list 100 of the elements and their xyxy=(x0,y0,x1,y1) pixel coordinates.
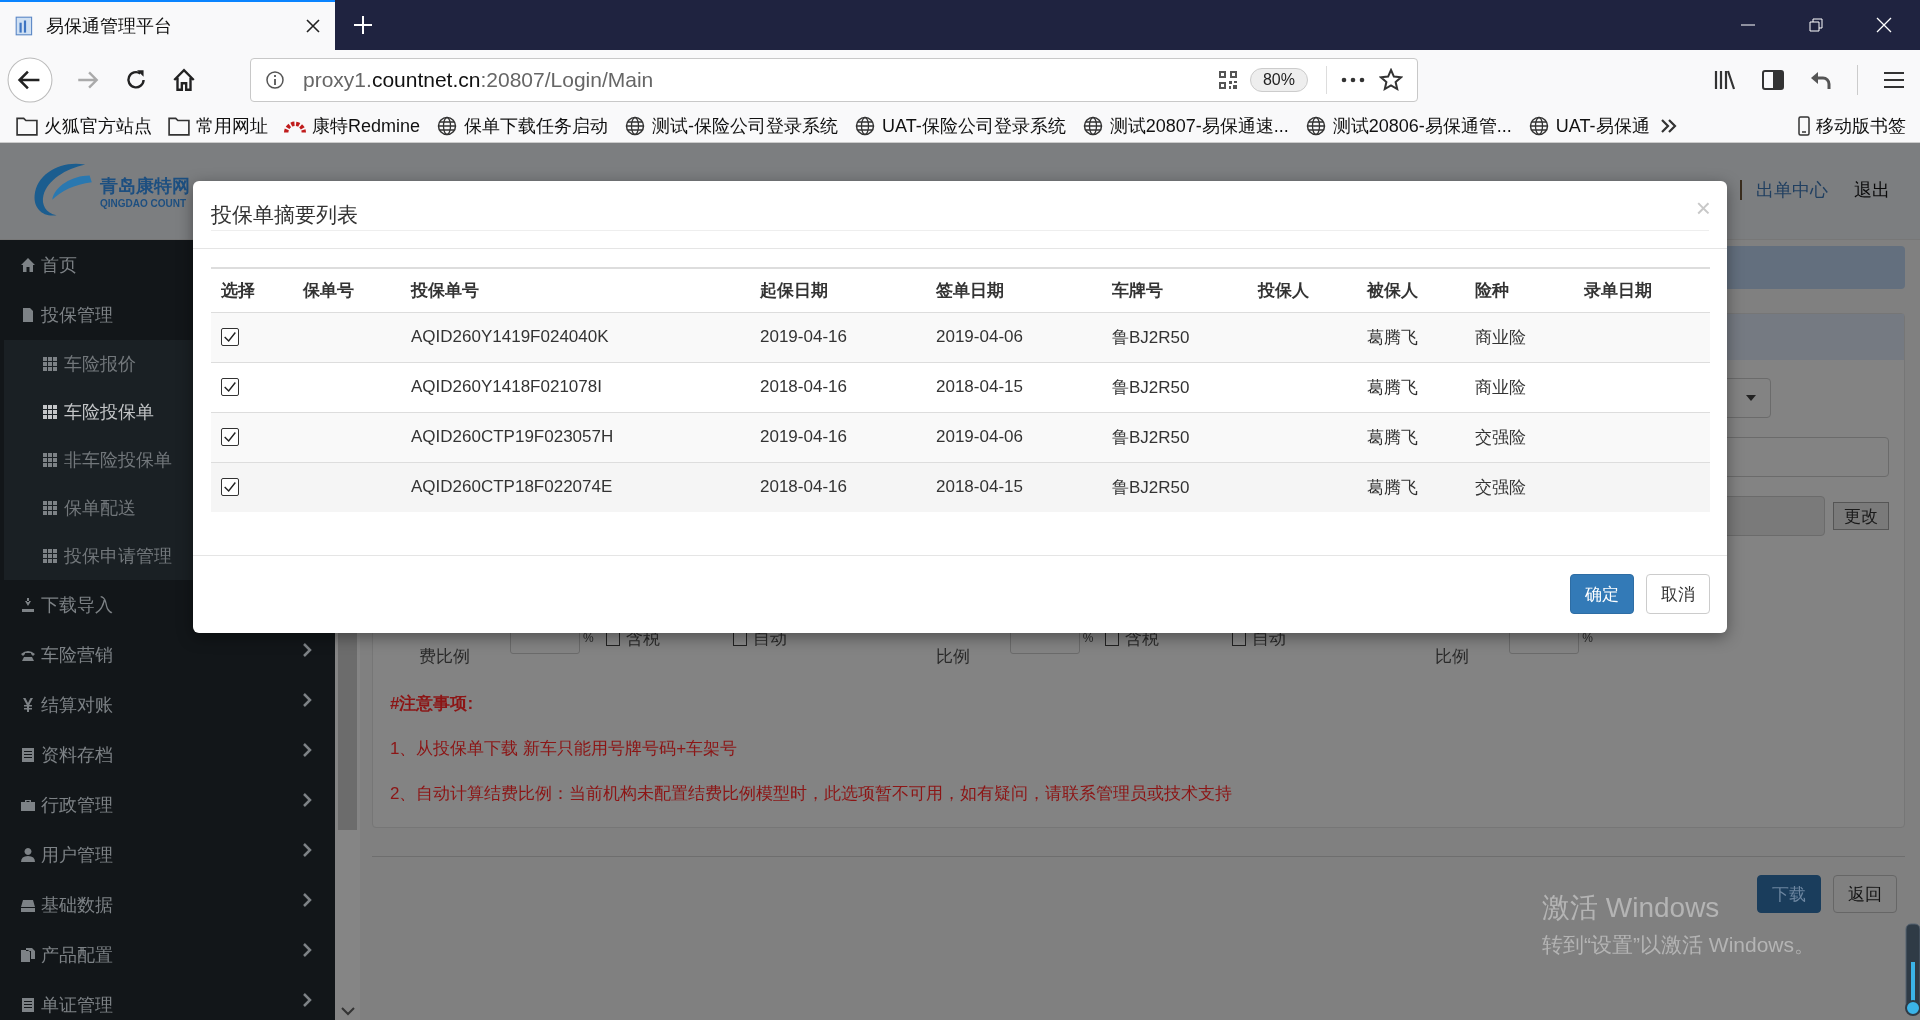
copy-icon xyxy=(20,947,36,963)
sidebar-item[interactable]: 基础数据 xyxy=(0,880,335,930)
header-link[interactable]: 出单中心 xyxy=(1756,178,1828,202)
home-icon xyxy=(20,257,36,273)
submenu-item[interactable]: 车险投保单 xyxy=(4,388,331,436)
browser-tab[interactable]: 易保通管理平台 xyxy=(0,0,335,50)
field-label: 费比例 xyxy=(418,646,470,668)
star-icon[interactable] xyxy=(1379,68,1403,92)
yen-icon xyxy=(20,697,36,713)
unit-label: % xyxy=(1082,631,1094,645)
bookmark[interactable]: 测试-保险公司登录系统 xyxy=(624,114,839,138)
table-cell: 鲁BJ2R50 xyxy=(1112,427,1190,447)
bookmark[interactable]: 保单下载任务启动 xyxy=(436,114,609,138)
table-cell: 鲁BJ2R50 xyxy=(1112,377,1190,397)
globe-icon xyxy=(1527,116,1550,136)
brand-name: 青岛康特网 xyxy=(100,174,190,198)
sidebar-item[interactable]: 单证管理 xyxy=(0,980,335,1020)
sidebar-item[interactable]: 产品配置 xyxy=(0,930,335,980)
bookmark[interactable]: 康特Redmine xyxy=(284,114,421,138)
table-cell: 2019-04-06 xyxy=(936,427,1023,446)
table-cell: 商业险 xyxy=(1475,327,1526,347)
table-cell: 交强险 xyxy=(1475,427,1526,447)
checkbox[interactable] xyxy=(221,328,239,346)
table-cell: AQID260Y1418F021078I xyxy=(411,377,602,396)
table-cell: 商业险 xyxy=(1475,377,1526,397)
table-cell: 葛腾飞 xyxy=(1367,477,1418,497)
change-button[interactable]: 更改 xyxy=(1833,502,1889,530)
submenu-item[interactable]: 车险报价 xyxy=(4,340,331,388)
double-chevron-icon[interactable] xyxy=(1659,118,1678,134)
mobile-phone-icon xyxy=(1798,116,1810,136)
table-cell: 葛腾飞 xyxy=(1367,427,1418,447)
table-cell: 2018-04-15 xyxy=(936,477,1023,497)
table-cell: 2019-04-16 xyxy=(760,427,847,446)
checkbox[interactable] xyxy=(221,428,239,446)
table-cell: 2019-04-06 xyxy=(936,327,1023,346)
download-button[interactable]: 下载 xyxy=(1757,875,1821,913)
sidebar-item[interactable]: 行政管理 xyxy=(0,780,335,830)
checkbox[interactable] xyxy=(221,478,239,497)
back-button[interactable]: 返回 xyxy=(1833,875,1897,913)
unit-label: % xyxy=(583,631,594,645)
brand-subtitle: QINGDAO COUNT xyxy=(100,197,188,209)
restore-icon[interactable] xyxy=(1808,17,1824,33)
confirm-button[interactable]: 确定 xyxy=(1570,574,1634,614)
library-icon[interactable] xyxy=(1713,68,1737,92)
unit-label: % xyxy=(1582,631,1593,645)
sidebar-icon[interactable] xyxy=(1761,68,1785,92)
cancel-button[interactable]: 取消 xyxy=(1646,574,1710,614)
bookmark[interactable]: 测试20806-易保通管... xyxy=(1304,114,1512,138)
sidebar-item[interactable]: 车险营销 xyxy=(0,630,335,680)
grid-icon xyxy=(42,452,58,468)
grid-icon xyxy=(42,500,58,516)
table-cell: 鲁BJ2R50 xyxy=(1112,327,1190,347)
note-text: 1、从投保单下载 新车只能用号牌号码+车架号 xyxy=(390,738,739,760)
bookmark[interactable]: 火狐官方站点 xyxy=(16,114,152,138)
tab-title: 易保通管理平台 xyxy=(46,15,173,38)
bookmark[interactable]: UAT-保险公司登录系统 xyxy=(854,114,1066,138)
sidebar-item[interactable]: 用户管理 xyxy=(0,830,335,880)
file-icon xyxy=(20,307,36,323)
bookmark[interactable]: UAT-易保通 xyxy=(1527,114,1650,138)
list-icon xyxy=(20,997,36,1013)
submenu-item[interactable]: 非车险投保单 xyxy=(4,436,331,484)
info-icon[interactable] xyxy=(265,70,285,90)
drive-icon xyxy=(20,897,36,913)
column-header: 车牌号 xyxy=(1102,268,1248,312)
more-icon[interactable] xyxy=(1341,76,1365,84)
sidebar-item[interactable]: 下载导入 xyxy=(0,580,335,630)
checkbox[interactable] xyxy=(221,378,239,396)
header-link[interactable]: 退出 xyxy=(1854,178,1890,202)
close-icon[interactable] xyxy=(305,18,321,34)
url-text: proxy1.countnet.cn:20807/Login/Main xyxy=(303,68,655,92)
bookmark[interactable]: 测试20807-易保通速... xyxy=(1081,114,1289,138)
globe-icon xyxy=(436,116,459,136)
column-header: 保单号 xyxy=(293,268,401,312)
qr-code-icon[interactable] xyxy=(1217,70,1238,90)
grid-icon xyxy=(42,356,58,372)
submenu-item[interactable]: 投保申请管理 xyxy=(4,532,331,580)
field-label: 比例 xyxy=(934,646,970,668)
new-tab-icon[interactable] xyxy=(353,15,373,35)
back-icon[interactable] xyxy=(7,57,53,103)
column-header: 投保人 xyxy=(1248,268,1357,312)
notes-title: #注意事项: xyxy=(390,693,475,715)
column-header: 投保单号 xyxy=(401,268,750,312)
field-label: 比例 xyxy=(1434,646,1470,668)
bookmark[interactable]: 移动版书签 xyxy=(1798,114,1920,138)
column-header: 险种 xyxy=(1465,268,1574,312)
caret-icon xyxy=(1746,395,1756,401)
chevron-down-icon[interactable] xyxy=(340,1006,356,1016)
submenu-item[interactable]: 保单配送 xyxy=(4,484,331,532)
table-cell: AQID260CTP19F023057H xyxy=(411,427,614,446)
zoom-level[interactable]: 80% xyxy=(1249,68,1308,92)
download-icon xyxy=(20,597,36,613)
home-icon[interactable] xyxy=(171,67,197,93)
sidebar-item[interactable]: 结算对账 xyxy=(0,680,335,730)
column-header: 签单日期 xyxy=(926,268,1102,312)
globe-icon xyxy=(1304,116,1327,136)
list-icon xyxy=(20,747,36,763)
sidebar-item[interactable]: 资料存档 xyxy=(0,730,335,780)
address-bar[interactable]: proxy1.countnet.cn:20807/Login/Main 80% xyxy=(250,58,1418,102)
table-cell: AQID260CTP18F022074E xyxy=(411,477,613,497)
bookmark[interactable]: 常用网址 xyxy=(168,114,268,138)
